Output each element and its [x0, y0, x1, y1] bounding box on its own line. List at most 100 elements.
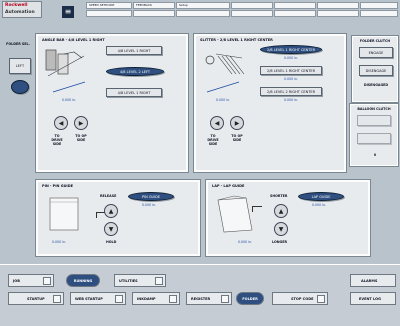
lap-indicator	[252, 206, 262, 212]
header-cell	[274, 2, 316, 9]
left-arrow-button[interactable]: ◀	[210, 116, 224, 130]
nav-job-label: JOB	[13, 278, 20, 283]
company-logo: Rockwell Automation	[2, 1, 42, 18]
folder-clutch-status: DISENGAGED	[363, 83, 389, 87]
angle-bar-title: ANGLE BAR - 4/8 LEVEL 1 RIGHT	[42, 38, 105, 42]
slitter-option-1[interactable]: 2/8 LEVEL 1 RIGHT CENTER	[260, 45, 322, 54]
nav-folder-button[interactable]: FOLDER	[236, 292, 264, 305]
folder-sel-title: FOLDER SEL.	[6, 42, 30, 46]
header-status-grid: SPEED SETPOINT FEEDBACK Setup	[86, 2, 398, 17]
balloon-clutch-button-1[interactable]	[357, 115, 391, 126]
down-arrow-button[interactable]: ▼	[274, 222, 288, 236]
arrow-up-icon: ▲	[108, 207, 114, 215]
arrow-down-icon: ▼	[108, 225, 114, 233]
header-cell	[317, 10, 359, 17]
slitter-title: SLITTER - 2/8 LEVEL 1 RIGHT CENTER	[200, 38, 273, 42]
to-drive-side-label: TO DRIVE SIDE	[207, 134, 219, 146]
header-cell: SPEED SETPOINT	[86, 2, 132, 9]
nav-web-startup-indicator	[115, 295, 123, 303]
left-button[interactable]: LEFT	[9, 58, 31, 74]
arrow-up-icon: ▲	[278, 207, 284, 215]
header-cell	[133, 10, 175, 17]
angle-bar-value: 0.000 in.	[62, 98, 77, 102]
slitter-option-3[interactable]: 2/8 LEVEL 2 RIGHT CENTER	[260, 87, 322, 96]
nav-job-button[interactable]: JOB	[8, 274, 54, 287]
arrow-left-icon: ◀	[214, 119, 220, 127]
angle-bar-option-2[interactable]: 4/8 LEVEL 2 LEFT	[106, 67, 164, 76]
nav-stop-code-button[interactable]: STOP CODE	[272, 292, 328, 305]
slitter-option-1-value: 0.000 in.	[284, 56, 299, 60]
pin-guide-panel: PIN - PIN GUIDE 0.000 in. RELEASE ▲ ▼ HO…	[36, 180, 200, 256]
nav-stop-code-indicator	[317, 295, 325, 303]
to-op-side-label: TO OP SIDE	[231, 134, 243, 142]
header-cell	[274, 10, 316, 17]
event-log-label: EVENT LOG	[359, 296, 381, 301]
slitter-option-2[interactable]: 2/8 LEVEL 1 RIGHT CENTER	[260, 66, 322, 75]
right-arrow-button[interactable]: ▶	[74, 116, 88, 130]
lap-guide-title: LAP - LAP GUIDE	[212, 184, 245, 188]
nav-register-button[interactable]: REGISTER	[186, 292, 232, 305]
angle-bar-option-3[interactable]: 4/8 LEVEL 1 RIGHT	[106, 88, 162, 97]
nav-running-button[interactable]: RUNNING	[66, 274, 100, 287]
tower-icon[interactable]: ≡	[62, 6, 74, 18]
event-log-button[interactable]: EVENT LOG	[350, 292, 396, 305]
header-cell	[231, 10, 273, 17]
balloon-clutch-panel: BALLOON CLUTCH 0	[350, 104, 398, 166]
slider-arrow-icon	[52, 81, 86, 93]
shorter-label: SHORTER	[270, 194, 288, 198]
slitter-option-3-value: 0.000 in.	[284, 98, 299, 102]
header-cell	[360, 2, 398, 9]
nav-inkdamp-label: INKDAMP	[137, 296, 156, 301]
right-arrow-button[interactable]: ▶	[230, 116, 244, 130]
slitter-value: 0.000 in.	[216, 98, 231, 102]
angle-bar-option-1[interactable]: 4/8 LEVEL 1 RIGHT	[106, 46, 162, 55]
down-arrow-button[interactable]: ▼	[104, 222, 118, 236]
header-cell	[231, 2, 273, 9]
pin-guide-button[interactable]: PIN GUIDE	[128, 192, 174, 201]
arrow-left-icon: ◀	[58, 119, 64, 127]
lap-guide-button-value: 0.000 in.	[312, 203, 327, 207]
logo-text-2: Automation	[5, 10, 35, 15]
header-cell: Setup	[176, 2, 230, 9]
release-label: RELEASE	[100, 194, 117, 198]
up-arrow-button[interactable]: ▲	[104, 204, 118, 218]
balloon-clutch-title: BALLOON CLUTCH	[357, 107, 391, 111]
logo-text-1: Rockwell	[5, 3, 28, 8]
nav-web-startup-label: WEB STARTUP	[75, 296, 103, 301]
arrow-right-icon: ▶	[234, 119, 240, 127]
disengage-button[interactable]: DISENGAGE	[359, 65, 393, 76]
header-cell	[176, 10, 230, 17]
balloon-clutch-button-2[interactable]	[357, 133, 391, 144]
pin-guide-button-value: 0.000 in.	[142, 203, 157, 207]
slitter-option-2-value: 0.000 in.	[284, 77, 299, 81]
left-arrow-button[interactable]: ◀	[54, 116, 68, 130]
nav-startup-indicator	[53, 295, 61, 303]
longer-label: LONGER	[272, 240, 288, 244]
nav-startup-button[interactable]: STARTUP	[8, 292, 64, 305]
to-drive-side-label: TO DRIVE SIDE	[51, 134, 63, 146]
header-cell	[86, 10, 132, 17]
nav-web-startup-button[interactable]: WEB STARTUP	[70, 292, 126, 305]
alarms-label: ALARMS	[361, 278, 378, 283]
lap-guide-diagram-icon	[217, 195, 253, 233]
alarms-button[interactable]: ALARMS	[350, 274, 396, 287]
header-cell	[317, 2, 359, 9]
angle-bar-panel: ANGLE BAR - 4/8 LEVEL 1 RIGHT 4/8 LEVEL …	[36, 34, 188, 172]
nav-utilities-label: UTILITIES	[119, 278, 138, 283]
folder-sel-toggle[interactable]	[11, 80, 29, 94]
up-arrow-button[interactable]: ▲	[274, 204, 288, 218]
folder-clutch-title: FOLDER CLUTCH	[359, 39, 391, 43]
nav-inkdamp-indicator	[169, 295, 177, 303]
nav-register-indicator	[221, 295, 229, 303]
nav-utilities-indicator	[155, 277, 163, 285]
lap-guide-button[interactable]: LAP GUIDE	[298, 192, 344, 201]
lap-guide-value: 0.000 in.	[238, 240, 253, 244]
header-cell	[360, 10, 398, 17]
nav-utilities-button[interactable]: UTILITIES	[114, 274, 166, 287]
pin-guide-value: 0.000 in.	[52, 240, 67, 244]
nav-inkdamp-button[interactable]: INKDAMP	[132, 292, 180, 305]
engage-button[interactable]: ENGAGE	[359, 47, 393, 58]
slitter-diagram-icon	[205, 53, 245, 75]
to-op-side-label: TO OP SIDE	[75, 134, 87, 142]
arrow-right-icon: ▶	[78, 119, 84, 127]
